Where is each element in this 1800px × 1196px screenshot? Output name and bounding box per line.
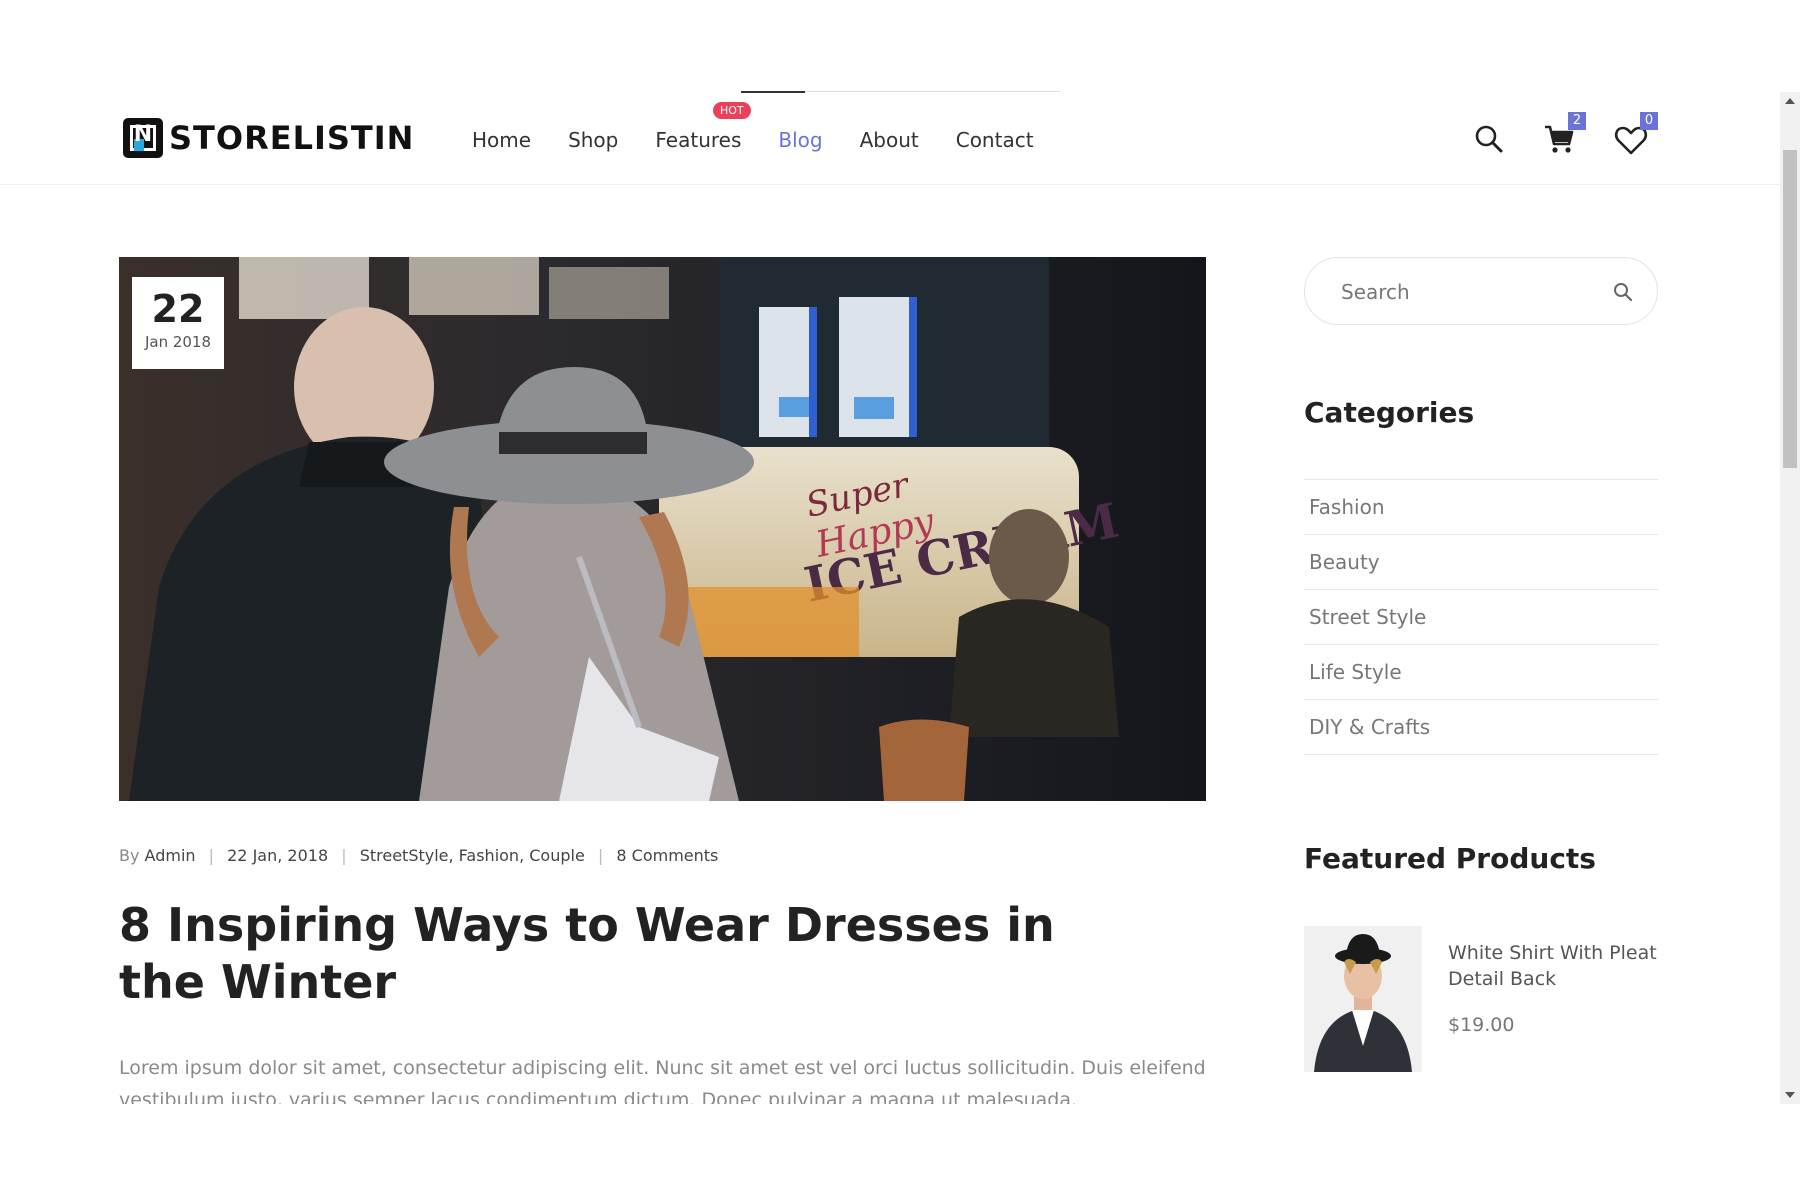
featured-product: White Shirt With Pleat Detail Back $19.0… <box>1304 926 1658 1072</box>
logo-mark: N <box>123 118 163 158</box>
category-item-diy-crafts[interactable]: DIY & Crafts <box>1304 700 1658 755</box>
category-item-street-style[interactable]: Street Style <box>1304 590 1658 645</box>
post-date-badge: 22 Jan 2018 <box>132 277 224 369</box>
site-logo[interactable]: N STORELISTIN <box>123 118 414 158</box>
product-name[interactable]: White Shirt With Pleat Detail Back <box>1448 940 1658 992</box>
post-tags-link[interactable]: StreetStyle, Fashion, Couple <box>360 846 585 865</box>
site-header: N STORELISTIN Home Shop Features Blog Ab… <box>0 91 1780 185</box>
meta-separator: | <box>208 846 215 865</box>
main-nav: Home Shop Features Blog About Contact <box>472 128 1071 152</box>
sidebar-search <box>1304 257 1658 325</box>
featured-products-title: Featured Products <box>1304 842 1596 875</box>
post-meta-by: By <box>119 846 140 865</box>
scroll-down-arrow-icon[interactable] <box>1785 1092 1795 1098</box>
categories-title: Categories <box>1304 396 1475 429</box>
scroll-thumb[interactable] <box>1783 150 1797 468</box>
post-comments-link[interactable]: 8 Comments <box>616 846 718 865</box>
nav-item-shop[interactable]: Shop <box>568 128 618 152</box>
product-thumbnail[interactable] <box>1304 926 1422 1072</box>
wishlist-count-badge: 0 <box>1640 112 1658 130</box>
search-icon[interactable] <box>1472 122 1506 156</box>
nav-active-indicator <box>741 91 805 93</box>
meta-separator: | <box>597 846 604 865</box>
nav-item-features[interactable]: Features <box>655 128 741 152</box>
post-title[interactable]: 8 Inspiring Ways to Wear Dresses in the … <box>119 897 1119 1011</box>
category-list: Fashion Beauty Street Style Life Style D… <box>1304 479 1658 755</box>
street-photo-illustration: Super Happy ICE CREAM <box>119 257 1206 801</box>
page: N STORELISTIN Home Shop Features Blog Ab… <box>0 0 1800 1196</box>
nav-item-about[interactable]: About <box>860 128 919 152</box>
logo-text: STORELISTIN <box>169 119 415 157</box>
category-item-fashion[interactable]: Fashion <box>1304 480 1658 535</box>
post-excerpt: Lorem ipsum dolor sit amet, consectetur … <box>119 1057 1206 1104</box>
category-item-beauty[interactable]: Beauty <box>1304 535 1658 590</box>
sidebar-search-input[interactable] <box>1339 276 1603 308</box>
post-meta: By Admin | 22 Jan, 2018 | StreetStyle, F… <box>119 846 718 865</box>
page-scrollbar[interactable] <box>1780 92 1800 1104</box>
nav-item-home[interactable]: Home <box>472 128 531 152</box>
post-date-day: 22 <box>151 287 205 331</box>
scroll-up-arrow-icon[interactable] <box>1785 98 1795 104</box>
meta-separator: | <box>341 846 347 865</box>
hot-badge: HOT <box>713 102 751 119</box>
cart-count-badge: 2 <box>1568 112 1586 130</box>
post-featured-image[interactable]: Super Happy ICE CREAM 22 Jan 2018 <box>119 257 1206 801</box>
product-price: $19.00 <box>1448 1014 1515 1036</box>
category-item-life-style[interactable]: Life Style <box>1304 645 1658 700</box>
sidebar-search-icon[interactable] <box>1611 280 1635 304</box>
post-date-month: Jan 2018 <box>144 333 212 351</box>
post-author-link[interactable]: Admin <box>145 846 196 865</box>
nav-divider <box>805 91 1060 92</box>
logo-letter: N <box>133 122 153 147</box>
nav-item-blog[interactable]: Blog <box>778 128 822 152</box>
nav-item-contact[interactable]: Contact <box>956 128 1034 152</box>
post-date-text: 22 Jan, 2018 <box>227 846 329 865</box>
